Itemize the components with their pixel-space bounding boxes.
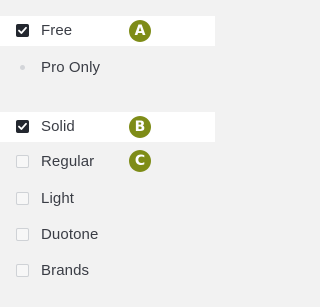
checkbox-unchecked-icon[interactable] xyxy=(16,228,29,241)
annotation-badge-b: B xyxy=(129,116,151,138)
filter-row-pro-only[interactable]: Pro Only xyxy=(0,53,215,83)
filter-row-brands[interactable]: Brands xyxy=(0,256,215,286)
filter-label-free: Free xyxy=(41,22,73,39)
filter-label-solid: Solid xyxy=(41,118,75,135)
filter-row-solid[interactable]: Solid xyxy=(0,112,215,142)
checkbox-unchecked-icon[interactable] xyxy=(16,155,29,168)
checkbox-unchecked-icon[interactable] xyxy=(16,264,29,277)
annotation-badge-c: C xyxy=(129,150,151,172)
annotation-badge-a: A xyxy=(129,20,151,42)
checkbox-checked-icon[interactable] xyxy=(16,120,29,133)
filter-label-light: Light xyxy=(41,190,75,207)
filter-row-light[interactable]: Light xyxy=(0,184,215,214)
filter-row-duotone[interactable]: Duotone xyxy=(0,220,215,250)
filter-row-regular[interactable]: Regular xyxy=(0,147,215,177)
filter-label-duotone: Duotone xyxy=(41,226,99,243)
filter-label-regular: Regular xyxy=(41,153,95,170)
filter-row-free[interactable]: Free xyxy=(0,16,215,46)
checkbox-unchecked-icon[interactable] xyxy=(16,192,29,205)
filter-label-brands: Brands xyxy=(41,262,90,279)
bullet-dot-icon xyxy=(20,65,25,70)
checkbox-checked-icon[interactable] xyxy=(16,24,29,37)
filter-label-pro-only: Pro Only xyxy=(41,59,101,76)
